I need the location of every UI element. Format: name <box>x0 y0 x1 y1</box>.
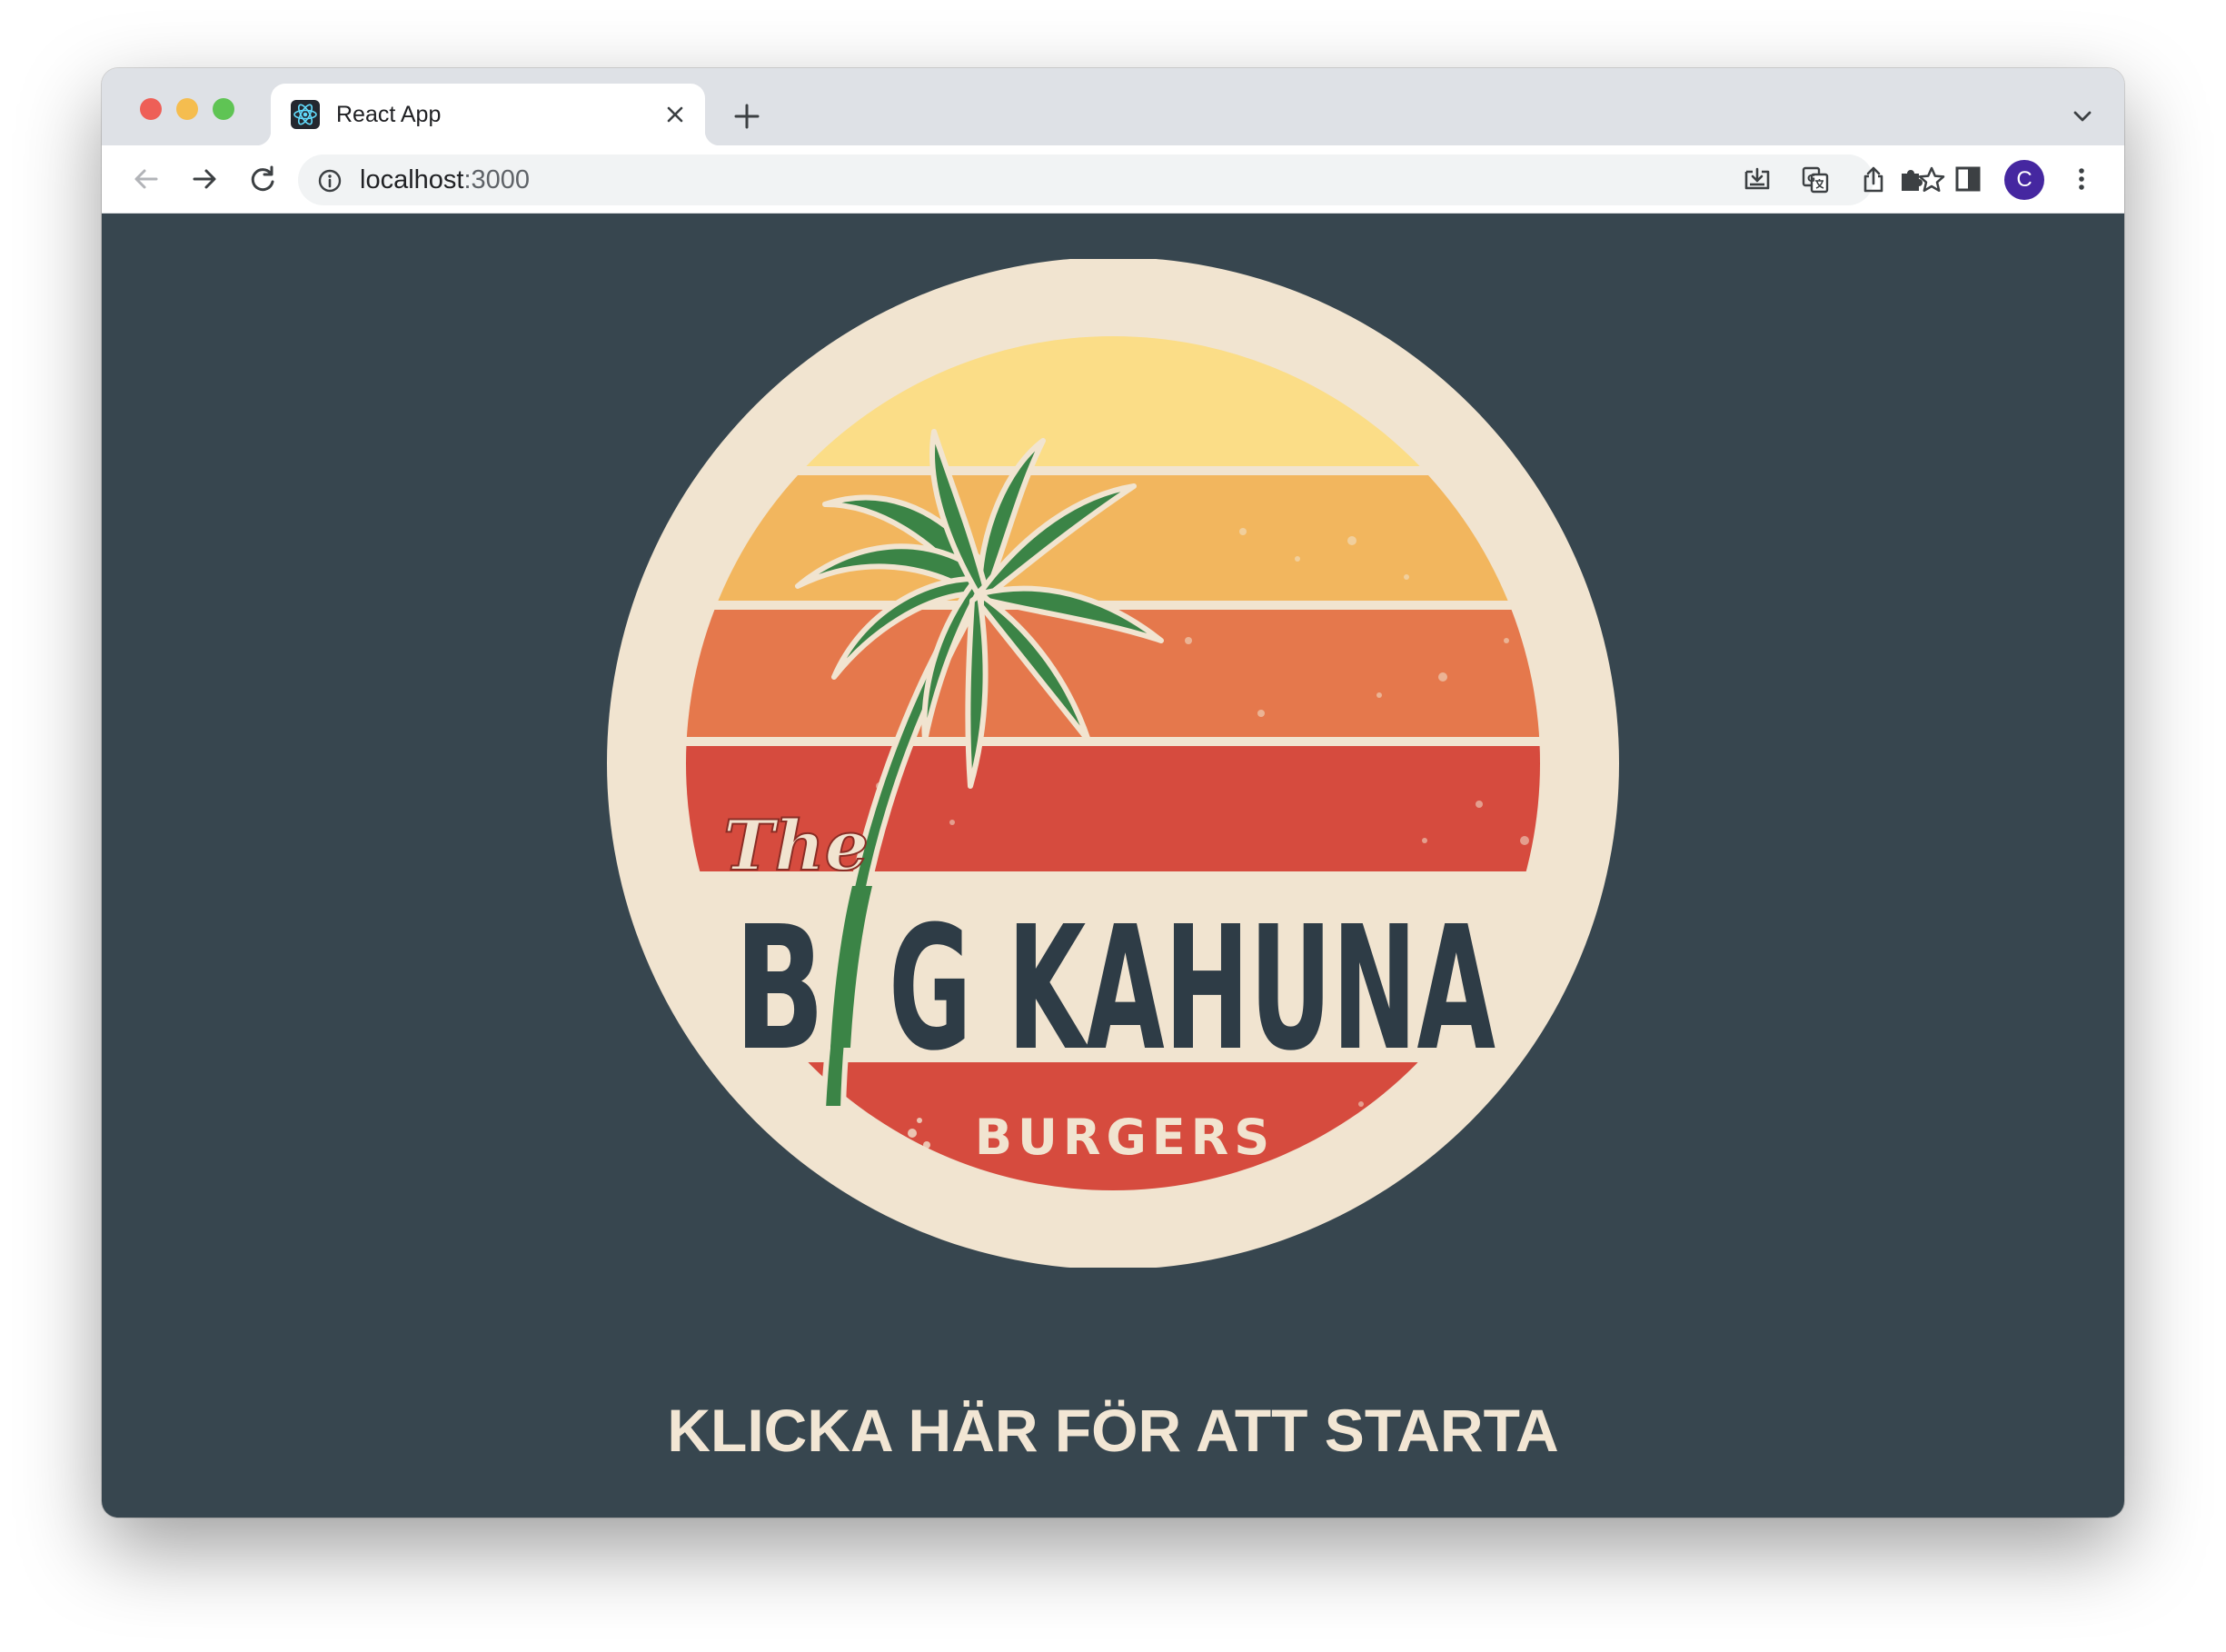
kebab-menu-icon[interactable] <box>2064 162 2099 196</box>
forward-arrow-icon[interactable] <box>185 160 224 198</box>
browser-window: React App localhost:3000 G C The B G KAH… <box>102 68 2124 1518</box>
url-text[interactable]: localhost:3000 <box>360 165 530 194</box>
svg-text:G: G <box>1807 173 1815 184</box>
address-bar[interactable]: localhost:3000 G <box>298 154 1945 205</box>
side-panel-icon[interactable] <box>1951 162 1985 196</box>
logo-title-left: B <box>734 890 825 1089</box>
tab-close-icon[interactable] <box>660 99 691 130</box>
tab-search-chevron-icon[interactable] <box>2066 100 2099 133</box>
extensions-puzzle-icon[interactable] <box>1894 162 1929 196</box>
logo-title-right: G KAHUNA <box>889 890 1496 1089</box>
profile-avatar[interactable]: C <box>2004 160 2044 200</box>
big-kahuna-burgers-logo[interactable]: The B G KAHUNA BURGERS <box>607 259 1619 1268</box>
new-tab-plus-icon[interactable] <box>729 98 765 134</box>
react-logo-icon <box>291 100 320 129</box>
translate-icon[interactable]: G <box>1800 164 1831 195</box>
url-port: :3000 <box>463 165 531 194</box>
window-close-button[interactable] <box>140 98 162 120</box>
browser-tab[interactable]: React App <box>256 84 720 145</box>
info-icon[interactable] <box>316 167 343 194</box>
tab-strip: React App <box>102 68 2124 145</box>
page-content: The B G KAHUNA BURGERS KLICKA HÄR FÖR AT… <box>102 214 2124 1518</box>
reload-icon[interactable] <box>243 160 282 198</box>
start-button[interactable]: KLICKA HÄR FÖR ATT STARTA <box>102 1396 2124 1465</box>
logo-subtitle: BURGERS <box>975 1109 1275 1166</box>
browser-toolbar: localhost:3000 G C <box>102 145 2124 214</box>
back-arrow-icon[interactable] <box>127 160 165 198</box>
window-minimize-button[interactable] <box>176 98 198 120</box>
logo-script-word: The <box>723 805 869 886</box>
install-app-icon[interactable] <box>1742 164 1773 195</box>
window-maximize-button[interactable] <box>213 98 234 120</box>
share-icon[interactable] <box>1858 164 1889 195</box>
tab-title: React App <box>336 102 442 127</box>
url-host: localhost <box>360 165 464 194</box>
